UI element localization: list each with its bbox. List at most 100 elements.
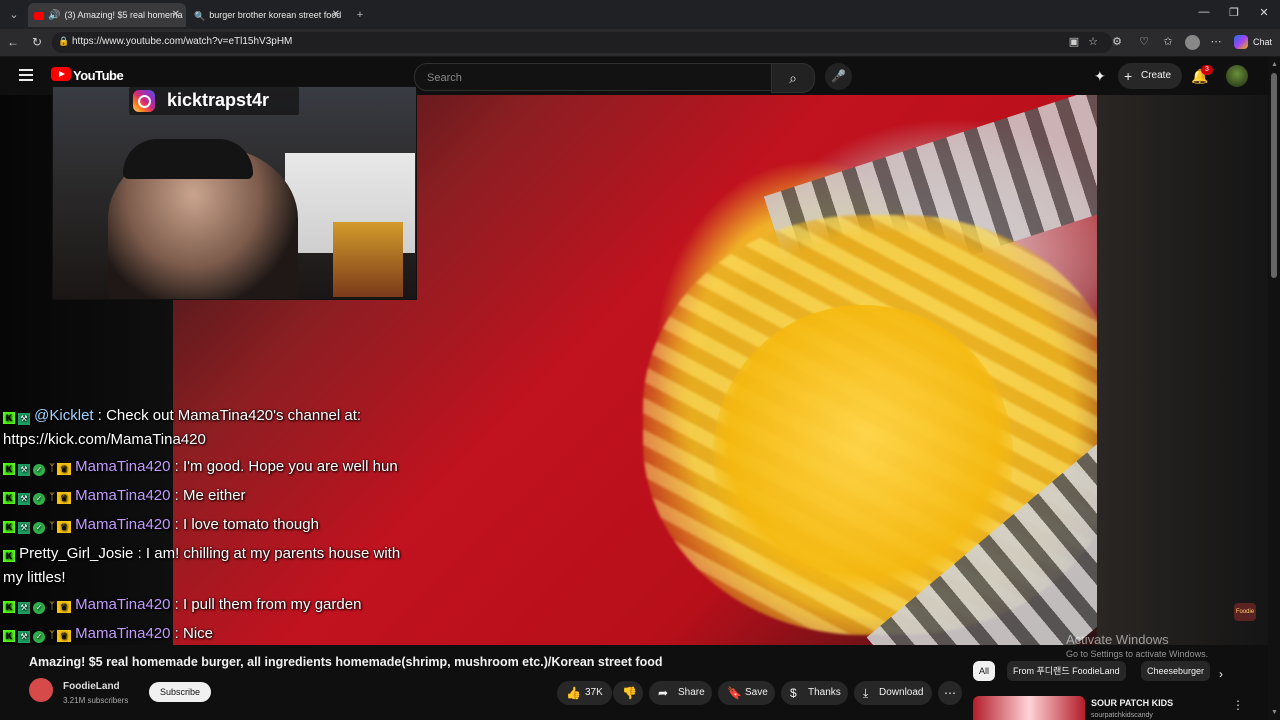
profile-avatar[interactable] — [1185, 35, 1200, 50]
bookmark-icon: 🔖 — [727, 686, 742, 700]
app-install-icon[interactable]: ▣ — [1067, 35, 1081, 49]
thanks-label: Thanks — [808, 687, 841, 698]
video-title: Amazing! $5 real homemade burger, all in… — [29, 655, 663, 669]
url-text[interactable]: https://www.youtube.com/watch?v=eTl15hV3… — [72, 36, 292, 47]
browser-essentials-icon[interactable]: ♡ — [1137, 35, 1151, 49]
voice-search-button[interactable]: 🎤 — [825, 63, 852, 90]
tab-list-chevron-icon[interactable]: ⌄ — [4, 5, 24, 25]
more-actions-icon[interactable]: ⋯ — [938, 681, 962, 705]
close-window-icon[interactable]: ✕ — [1256, 6, 1272, 19]
channel-name[interactable]: FoodieLand — [63, 681, 120, 692]
dislike-button[interactable]: 👎 — [613, 681, 643, 705]
chat-username[interactable]: @Kicklet — [34, 407, 93, 424]
tab-title: (3) Amazing! $5 real homema — [64, 10, 183, 20]
staff-badge-icon: ⚒ — [18, 493, 30, 505]
chat-username[interactable]: MamaTina420 — [75, 487, 170, 504]
thumbs-down-icon: 👎 — [622, 686, 637, 700]
account-avatar[interactable] — [1226, 65, 1248, 87]
verified-badge-icon: ✓ — [33, 493, 45, 505]
chat-username[interactable]: MamaTina420 — [75, 625, 170, 642]
menu-hamburger-icon[interactable] — [19, 69, 33, 84]
tab-search[interactable]: 🔍 burger brother korean street food ✕ — [190, 3, 346, 27]
staff-badge-icon: ⚒ — [18, 602, 30, 614]
more-menu-icon[interactable]: ⋯ — [1209, 35, 1223, 49]
restore-icon[interactable]: ❐ — [1226, 6, 1242, 19]
microphone-icon: 🎤 — [831, 69, 846, 83]
channel-avatar[interactable] — [29, 678, 53, 702]
save-button[interactable]: 🔖 Save — [718, 681, 775, 705]
chat-username[interactable]: MamaTina420 — [75, 596, 170, 613]
notification-count-badge: 3 — [1201, 65, 1213, 75]
shorts-icon[interactable]: ✦ — [1094, 68, 1106, 85]
tab-youtube-video[interactable]: 🔊 (3) Amazing! $5 real homema ✕ — [28, 3, 186, 27]
like-count: 37K — [585, 687, 603, 698]
chat-button-label[interactable]: Chat — [1253, 37, 1272, 47]
chat-message: K Pretty_Girl_Josie : I am! chilling at … — [3, 542, 423, 590]
youtube-logo-icon[interactable] — [51, 67, 71, 81]
search-favicon-icon: 🔍 — [194, 10, 206, 21]
new-tab-plus-icon[interactable]: + — [350, 5, 370, 25]
chip-all[interactable]: All — [973, 661, 996, 681]
extensions-icon[interactable]: ⚙ — [1110, 35, 1124, 49]
favorites-bar-icon[interactable]: ✩ — [1161, 35, 1175, 49]
address-toolbar: ← ↻ 🔒 https://www.youtube.com/watch?v=eT… — [0, 29, 1280, 57]
chips-next-chevron-icon[interactable]: › — [1219, 667, 1223, 681]
like-button[interactable]: 👍 37K — [557, 681, 612, 705]
close-tab-icon[interactable]: ✕ — [332, 3, 340, 27]
thanks-button[interactable]: $ Thanks — [781, 681, 848, 705]
antlers-badge-icon: ᛉ — [49, 601, 55, 612]
scrollbar-thumb[interactable] — [1271, 73, 1277, 278]
create-label: Create — [1141, 70, 1172, 81]
subscribe-button[interactable]: Subscribe — [149, 682, 211, 702]
share-button[interactable]: ➦ Share — [649, 681, 712, 705]
minimize-icon[interactable]: — — [1196, 6, 1212, 18]
instagram-handle: kicktrapst4r — [167, 90, 270, 110]
copilot-icon[interactable] — [1234, 35, 1248, 49]
refresh-icon[interactable]: ↻ — [29, 34, 45, 50]
chat-message: K ⚒ ✓ ᛉ ♛ MamaTina420 : I pull them from my … — [3, 593, 423, 619]
chat-message-text: : Nice — [174, 625, 214, 642]
search-button[interactable]: ⌕ — [771, 63, 815, 93]
page-scrollbar[interactable]: ▲ ▼ — [1268, 57, 1280, 720]
url-bar[interactable]: 🔒 https://www.youtube.com/watch?v=eTl15h… — [52, 32, 1112, 53]
wall-poster — [333, 222, 403, 297]
chip-from-channel[interactable]: From 푸디랜드 FoodieLand — [1007, 661, 1126, 681]
favorite-star-icon[interactable]: ☆ — [1086, 35, 1100, 49]
chat-message-text: : I'm good. Hope you are well hun — [174, 458, 398, 475]
recommendation-thumbnail[interactable] — [973, 696, 1085, 720]
instagram-icon — [133, 90, 155, 112]
antlers-badge-icon: ᛉ — [49, 463, 55, 474]
chat-username[interactable]: MamaTina420 — [75, 516, 170, 533]
search-input[interactable] — [425, 68, 759, 88]
activate-windows-title: Activate Windows — [1066, 632, 1169, 647]
chat-message-text: : I pull them from my garden — [174, 596, 362, 613]
chat-username[interactable]: MamaTina420 — [75, 458, 170, 475]
chat-username[interactable]: Pretty_Girl_Josie — [19, 545, 133, 562]
chat-message-text: : Me either — [174, 487, 246, 504]
scroll-up-arrow-icon[interactable]: ▲ — [1271, 61, 1278, 68]
browser-tab-bar: ⌄ 🔊 (3) Amazing! $5 real homema ✕ 🔍 burger… — [0, 0, 1280, 29]
activate-windows-watermark: Activate Windows Go to Settings to activ… — [1066, 632, 1208, 662]
recommendation-channel[interactable]: sourpatchkidscandy — [1091, 712, 1153, 719]
chip-cheeseburger[interactable]: Cheeseburger — [1141, 661, 1211, 681]
download-button[interactable]: ⤓ Download — [854, 681, 932, 705]
site-info-icon[interactable]: 🔒 — [58, 36, 69, 47]
youtube-logo-text[interactable]: YouTube — [73, 68, 124, 83]
recommendation-menu-icon[interactable]: ⋮ — [1232, 698, 1244, 712]
close-tab-icon[interactable]: ✕ — [172, 3, 180, 27]
thumbs-up-icon: 👍 — [566, 686, 581, 700]
download-label: Download — [879, 687, 924, 698]
crown-badge-icon: ♛ — [57, 630, 71, 642]
create-button[interactable]: + Create — [1118, 63, 1182, 89]
activate-windows-subtitle: Go to Settings to activate Windows. — [1066, 649, 1209, 659]
recommendation-title[interactable]: SOUR PATCH KIDS — [1091, 698, 1173, 708]
scroll-down-arrow-icon[interactable]: ▼ — [1271, 709, 1278, 716]
antlers-badge-icon: ᛉ — [49, 492, 55, 503]
channel-watermark-icon[interactable]: Foodie — [1234, 603, 1256, 621]
speaker-icon[interactable]: 🔊 — [48, 10, 60, 21]
search-box[interactable] — [414, 63, 772, 91]
verified-badge-icon: ✓ — [33, 602, 45, 614]
kick-badge-icon: K — [3, 521, 15, 533]
chat-message-text: : I love tomato though — [174, 516, 319, 533]
back-arrow-icon[interactable]: ← — [5, 34, 21, 50]
